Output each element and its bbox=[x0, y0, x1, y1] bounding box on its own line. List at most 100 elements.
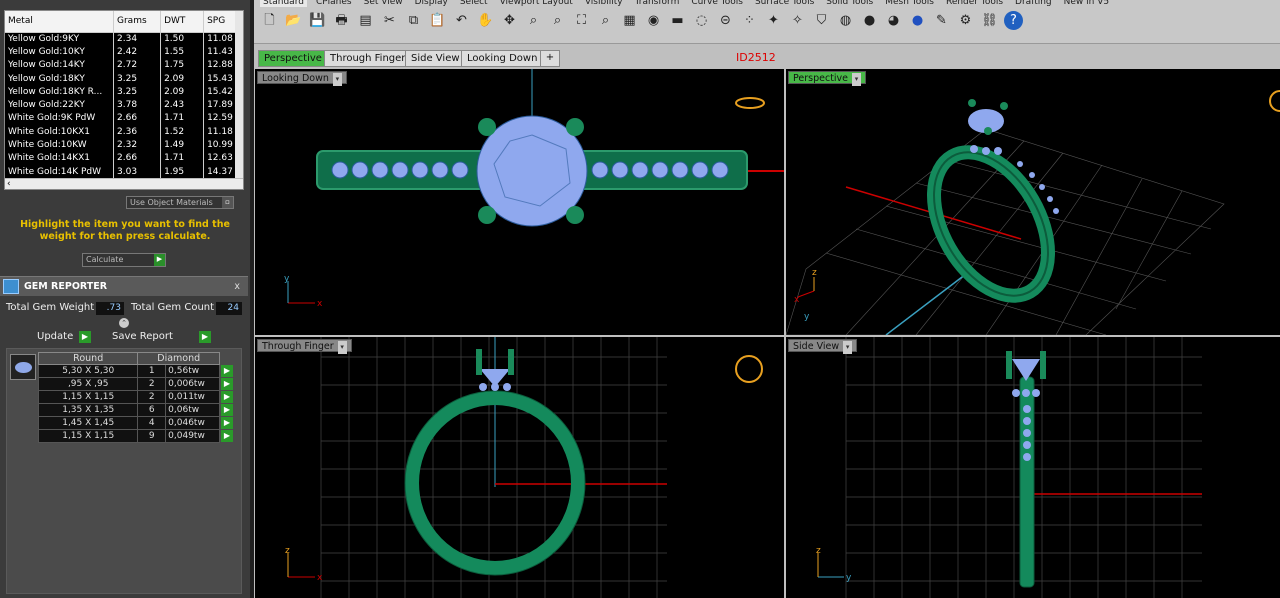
gem-row[interactable]: ,95 X ,95 2 0,006tw ▶ bbox=[37, 377, 233, 391]
update-button[interactable]: Update bbox=[37, 331, 73, 342]
add-tab-button[interactable]: + bbox=[540, 50, 560, 67]
tab-looking-down[interactable]: Looking Down bbox=[461, 50, 544, 67]
menu-mesh-tools[interactable]: Mesh Tools bbox=[882, 0, 937, 7]
save-report-play-icon[interactable]: ▶ bbox=[199, 331, 211, 343]
camera-icon[interactable]: ◉ bbox=[644, 11, 663, 30]
sphere-shaded-icon[interactable]: ◕ bbox=[884, 11, 903, 30]
menu-transform[interactable]: Transform bbox=[632, 0, 683, 7]
save-icon[interactable]: 💾 bbox=[308, 11, 327, 30]
vertical-scrollbar[interactable] bbox=[235, 11, 243, 179]
new-file-icon[interactable]: 🗋 bbox=[260, 11, 279, 30]
gem-row-play-icon[interactable]: ▶ bbox=[221, 378, 233, 390]
menu-select[interactable]: Select bbox=[457, 0, 491, 7]
light2-icon[interactable]: ✧ bbox=[788, 11, 807, 30]
snap-icon[interactable]: ⁘ bbox=[740, 11, 759, 30]
gem-row-play-icon[interactable]: ▶ bbox=[221, 404, 233, 416]
calculate-button[interactable]: Calculate ▶ bbox=[82, 253, 166, 267]
paste-icon[interactable]: 📋 bbox=[428, 11, 447, 30]
lock-icon[interactable]: ⊝ bbox=[716, 11, 735, 30]
viewport-label-looking-down[interactable]: Looking Down ▾ bbox=[257, 71, 347, 86]
layers-icon[interactable]: ⛓ bbox=[980, 11, 999, 30]
pan-icon[interactable]: ✋ bbox=[476, 11, 495, 30]
save-report-button[interactable]: Save Report bbox=[112, 331, 173, 342]
zoom-extents-icon[interactable]: ⛶ bbox=[572, 11, 591, 30]
open-file-icon[interactable]: 📂 bbox=[284, 11, 303, 30]
tab-side-view[interactable]: Side View bbox=[405, 50, 466, 67]
scroll-left-icon[interactable]: ‹ bbox=[7, 179, 11, 189]
metal-row[interactable]: Yellow Gold:14KY 2.72 1.75 12.88 bbox=[5, 58, 243, 72]
tab-through-finger[interactable]: Through Finger bbox=[324, 50, 412, 67]
menu-set-view[interactable]: Set View bbox=[361, 0, 406, 7]
viewport-looking-down[interactable]: Looking Down ▾ x y bbox=[255, 69, 784, 335]
metal-row[interactable]: White Gold:14KX1 2.66 1.71 12.63 bbox=[5, 151, 243, 165]
menu-standard[interactable]: Standard bbox=[260, 0, 307, 7]
hide-icon[interactable]: ◌ bbox=[692, 11, 711, 30]
menu-viewport-layout[interactable]: Viewport Layout bbox=[497, 0, 576, 7]
menu-surface-tools[interactable]: Surface Tools bbox=[752, 0, 817, 7]
dropdown-icon[interactable]: ▾ bbox=[337, 341, 347, 354]
gem-row-play-icon[interactable]: ▶ bbox=[221, 391, 233, 403]
close-icon[interactable]: x bbox=[234, 277, 240, 296]
gem-row[interactable]: 1,15 X 1,15 2 0,011tw ▶ bbox=[37, 390, 233, 404]
metal-weight-table[interactable]: Metal Grams DWT SPG Yellow Gold:9KY 2.34 1.50… bbox=[4, 10, 244, 190]
metal-row[interactable]: White Gold:10KW 2.32 1.49 10.99 bbox=[5, 138, 243, 152]
gem-row[interactable]: 1,15 X 1,15 9 0,049tw ▶ bbox=[37, 429, 233, 443]
pencil-icon[interactable]: ✎ bbox=[932, 11, 951, 30]
metal-row[interactable]: White Gold:14K PdW 3.03 1.95 14.37 bbox=[5, 164, 243, 179]
car-icon[interactable]: ▬ bbox=[668, 11, 687, 30]
dropdown-icon[interactable]: ▾ bbox=[852, 73, 862, 86]
undo-icon[interactable]: ↶ bbox=[452, 11, 471, 30]
viewport-perspective[interactable]: Perspective ▾ x y z bbox=[786, 69, 1280, 335]
menu-cplanes[interactable]: CPlanes bbox=[313, 0, 355, 7]
viewport-label-side-view[interactable]: Side View ▾ bbox=[788, 339, 858, 354]
menu-new-in-v5[interactable]: New in V5 bbox=[1061, 0, 1112, 7]
horizontal-scrollbar[interactable]: ‹ bbox=[5, 178, 243, 189]
metal-row[interactable]: Yellow Gold:22KY 3.78 2.43 17.89 bbox=[5, 98, 243, 112]
gem-row[interactable]: 5,30 X 5,30 1 0,56tw ▶ bbox=[37, 364, 233, 378]
rotate-view-icon[interactable]: ✥ bbox=[500, 11, 519, 30]
metal-row[interactable]: White Gold:9K PdW 2.66 1.71 12.59 bbox=[5, 111, 243, 126]
help-icon[interactable]: ? bbox=[1004, 11, 1023, 30]
zoom-window-icon[interactable]: ⌕ bbox=[548, 11, 567, 30]
menu-display[interactable]: Display bbox=[412, 0, 451, 7]
gem-row-play-icon[interactable]: ▶ bbox=[221, 365, 233, 377]
metal-col-header[interactable]: DWT bbox=[160, 11, 205, 33]
viewport-through-finger[interactable]: Through Finger ▾ x z bbox=[255, 337, 784, 598]
menu-render-tools[interactable]: Render Tools bbox=[943, 0, 1006, 7]
grid-icon[interactable]: ▦ bbox=[620, 11, 639, 30]
metal-row[interactable]: Yellow Gold:18KY R... 3.25 2.09 15.42 bbox=[5, 85, 243, 99]
zoom-icon[interactable]: ⌕ bbox=[524, 11, 543, 30]
settings-icon[interactable]: ⚙ bbox=[956, 11, 975, 30]
menu-visibility[interactable]: Visibility bbox=[582, 0, 626, 7]
cut-icon[interactable]: ✂ bbox=[380, 11, 399, 30]
sphere-blue-icon[interactable]: ● bbox=[908, 11, 927, 30]
color-wheel-icon[interactable]: ◍ bbox=[836, 11, 855, 30]
viewport-label-perspective[interactable]: Perspective ▾ bbox=[788, 71, 867, 86]
print-icon[interactable]: 🖶 bbox=[332, 11, 351, 30]
gem-row[interactable]: 1,45 X 1,45 4 0,046tw ▶ bbox=[37, 416, 233, 430]
metal-row[interactable]: Yellow Gold:10KY 2.42 1.55 11.43 bbox=[5, 45, 243, 59]
metal-row[interactable]: White Gold:10KX1 2.36 1.52 11.18 bbox=[5, 125, 243, 139]
metal-row[interactable]: Yellow Gold:18KY 3.25 2.09 15.43 bbox=[5, 71, 243, 86]
copy-icon[interactable]: ⧉ bbox=[404, 11, 423, 30]
gem-row[interactable]: 1,35 X 1,35 6 0,06tw ▶ bbox=[37, 403, 233, 417]
update-play-icon[interactable]: ▶ bbox=[79, 331, 91, 343]
gem-row-play-icon[interactable]: ▶ bbox=[221, 430, 233, 442]
shield-icon[interactable]: ⛉ bbox=[812, 11, 831, 30]
collapse-icon[interactable]: ⌃ bbox=[119, 318, 129, 328]
gem-row-play-icon[interactable]: ▶ bbox=[221, 417, 233, 429]
dropdown-icon[interactable]: ▾ bbox=[843, 341, 853, 354]
viewport-label-through-finger[interactable]: Through Finger ▾ bbox=[257, 339, 352, 354]
sphere-grey-icon[interactable]: ● bbox=[860, 11, 879, 30]
menu-curve-tools[interactable]: Curve Tools bbox=[688, 0, 746, 7]
dropdown-icon[interactable]: ▾ bbox=[332, 73, 342, 86]
metal-row[interactable]: Yellow Gold:9KY 2.34 1.50 11.08 bbox=[5, 32, 243, 46]
light-icon[interactable]: ✦ bbox=[764, 11, 783, 30]
menu-drafting[interactable]: Drafting bbox=[1012, 0, 1055, 7]
use-object-materials-button[interactable]: Use Object Materials ▫ bbox=[126, 196, 234, 209]
metal-col-header[interactable]: Grams bbox=[113, 11, 162, 33]
viewport-side-view[interactable]: Side View ▾ y z bbox=[786, 337, 1280, 598]
menu-solid-tools[interactable]: Solid Tools bbox=[823, 0, 876, 7]
metal-col-header[interactable]: Metal bbox=[5, 11, 114, 33]
zoom-selected-icon[interactable]: ⌕ bbox=[596, 11, 615, 30]
